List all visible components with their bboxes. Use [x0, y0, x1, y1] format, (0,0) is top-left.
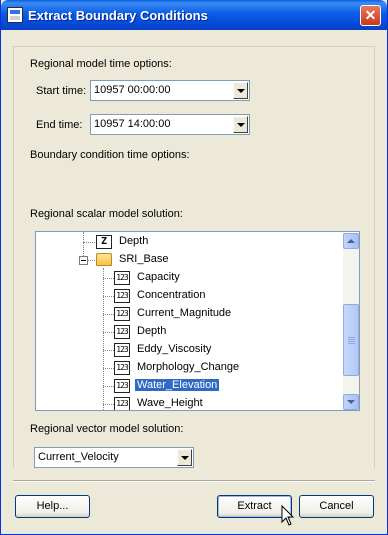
vector-solution-value: Current_Velocity: [38, 451, 119, 463]
dialog-window: Extract Boundary Conditions ✕ Regional m…: [0, 0, 388, 535]
tree-item-label: Concentration: [137, 289, 206, 301]
close-button[interactable]: ✕: [360, 5, 381, 26]
scalar-dataset-icon: 123: [114, 271, 130, 285]
title-bar[interactable]: Extract Boundary Conditions ✕: [1, 0, 387, 30]
scalar-dataset-icon: 123: [114, 325, 130, 339]
vector-heading: Regional vector model solution:: [30, 423, 184, 435]
bc-time-heading: Boundary condition time options:: [30, 149, 190, 161]
tree-connector: [103, 296, 114, 297]
scalar-dataset-icon: 123: [114, 397, 130, 410]
tree-item-label: Eddy_Viscosity: [137, 343, 212, 355]
grip-line: [348, 341, 355, 342]
scalar-dataset-icon: 123: [114, 307, 130, 321]
start-time-label: Start time:: [36, 85, 87, 97]
scalar-heading: Regional scalar model solution:: [30, 208, 183, 220]
scalar-dataset-icon: 123: [114, 343, 130, 357]
scroll-up-arrow-icon[interactable]: [343, 233, 359, 249]
start-time-select[interactable]: 10957 00:00:00: [90, 80, 250, 101]
scalar-dataset-icon: 123: [114, 361, 130, 375]
tree-item-label: Depth: [119, 235, 149, 247]
grip-line: [348, 337, 355, 338]
folder-icon: [96, 253, 112, 266]
vector-dropdown-icon[interactable]: [177, 449, 192, 466]
end-time-select[interactable]: 10957 14:00:00: [90, 114, 250, 135]
help-button[interactable]: Help...: [15, 495, 90, 518]
tree-connector: [83, 242, 97, 243]
tree-item-label: Wave_Height: [137, 397, 203, 409]
z-icon: Z: [96, 235, 112, 249]
divider: [13, 480, 375, 482]
grip-line: [348, 339, 355, 340]
app-icon: [7, 7, 23, 23]
tree-connector: [103, 332, 114, 333]
tree-item-label: Morphology_Change: [137, 361, 240, 373]
tree-connector: [103, 368, 114, 369]
tree-connector: [103, 404, 114, 405]
tree-item-label: Current_Magnitude: [137, 307, 232, 319]
tree-item-label: SRI_Base: [119, 253, 169, 265]
grip-line: [348, 343, 355, 344]
tree-item-label: Capacity: [137, 271, 180, 283]
dialog-title: Extract Boundary Conditions: [28, 8, 208, 23]
tree-item-label: Depth: [137, 325, 167, 337]
scroll-down-arrow-icon[interactable]: [343, 394, 359, 410]
vector-solution-select[interactable]: Current_Velocity: [34, 447, 194, 468]
tree-scrollbar[interactable]: [343, 233, 359, 410]
tree-item-label: Water_Elevation: [135, 379, 220, 391]
scalar-dataset-icon: 123: [114, 379, 130, 393]
scalar-dataset-icon: 123: [114, 289, 130, 303]
regional-time-heading: Regional model time options:: [30, 58, 172, 70]
end-time-label: End time:: [36, 119, 83, 131]
scrollbar-thumb[interactable]: [343, 304, 359, 376]
scalar-tree[interactable]: Z Depth SRI_Base 123 Capacity 123 Concen…: [35, 231, 360, 411]
end-time-dropdown-icon[interactable]: [233, 116, 248, 133]
mouse-cursor-icon: [281, 505, 295, 526]
tree-connector: [103, 350, 114, 351]
start-time-value: 10957 00:00:00: [94, 84, 171, 96]
end-time-value: 10957 14:00:00: [94, 118, 171, 130]
start-time-dropdown-icon[interactable]: [233, 82, 248, 99]
cancel-button[interactable]: Cancel: [299, 495, 374, 518]
tree-connector: [103, 268, 104, 410]
tree-connector: [103, 314, 114, 315]
collapse-icon[interactable]: [79, 256, 88, 265]
tree-connector: [103, 278, 114, 279]
tree-connector: [103, 386, 114, 387]
